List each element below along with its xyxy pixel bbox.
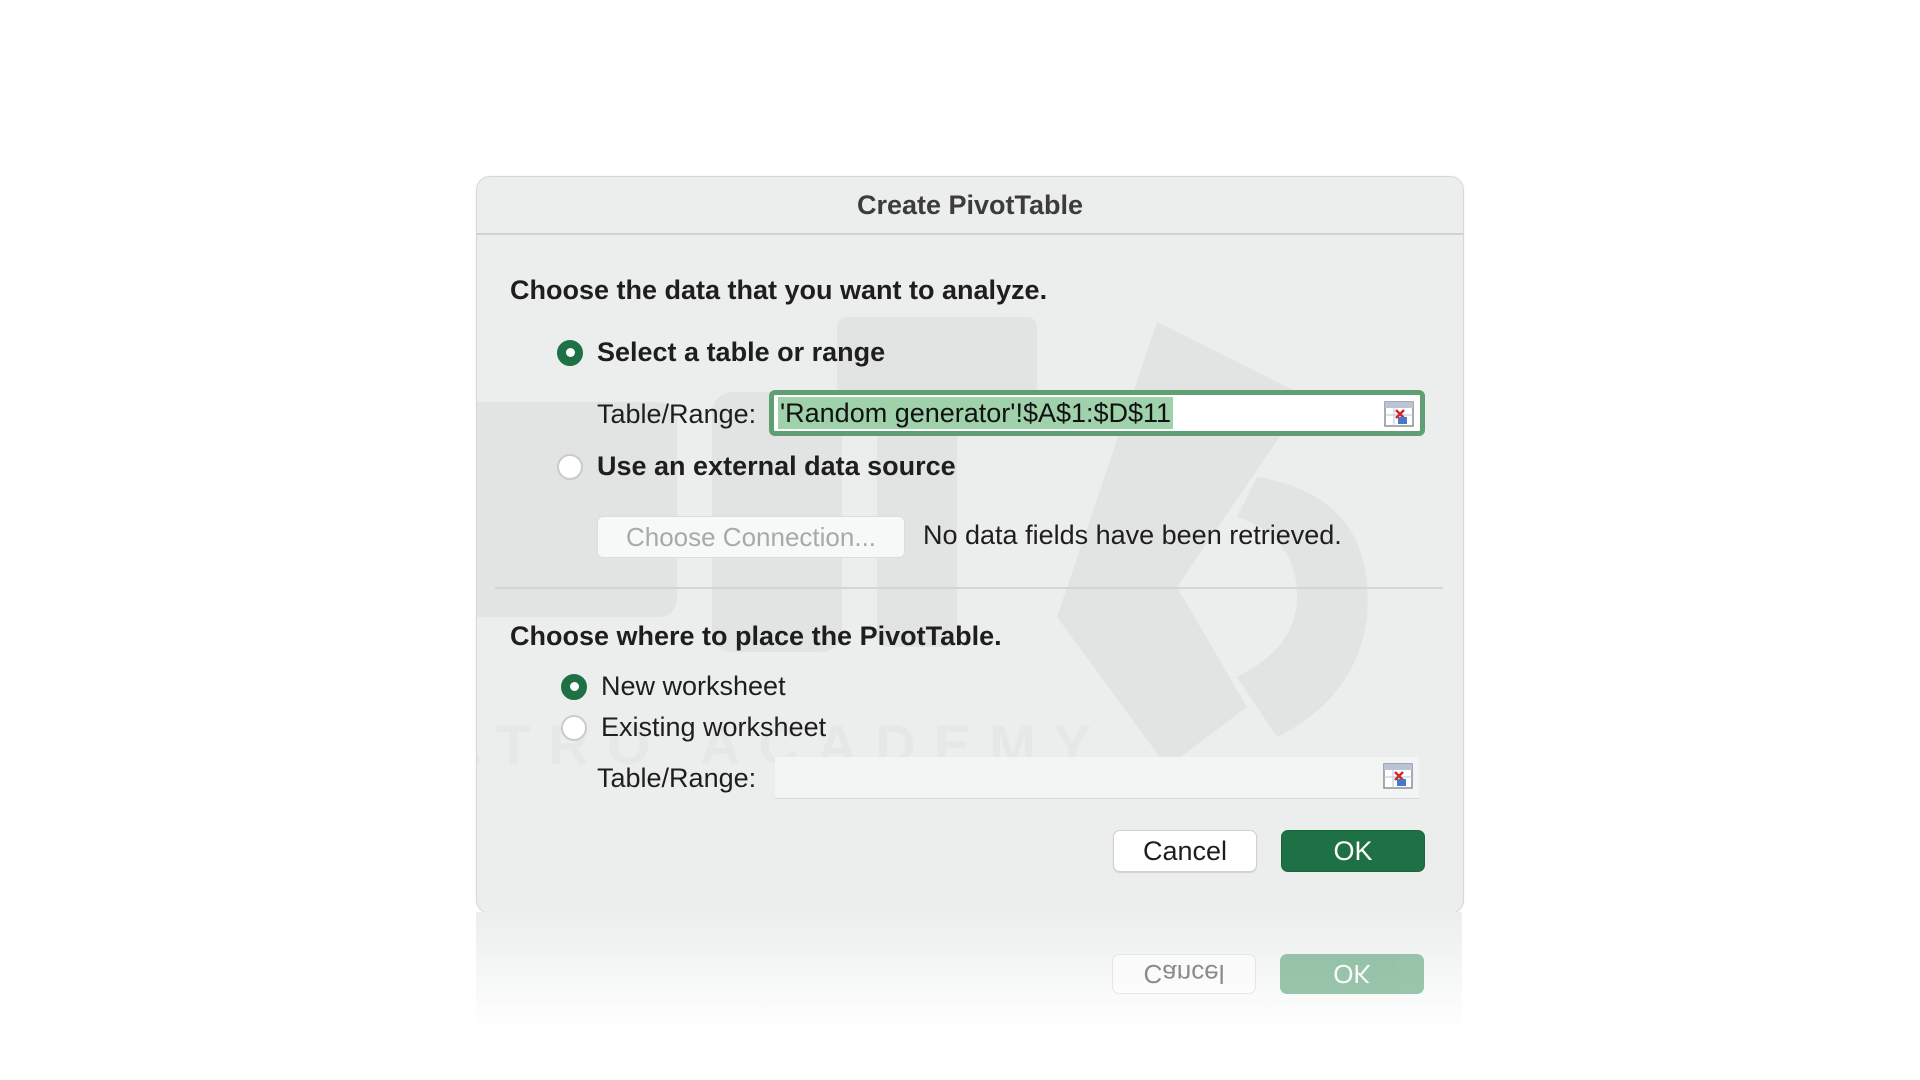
radio-label-new-worksheet: New worksheet: [601, 671, 786, 701]
range-picker-icon[interactable]: [1384, 401, 1414, 427]
radio-existing-worksheet[interactable]: Existing worksheet: [561, 712, 826, 743]
create-pivottable-dialog: ATRO ACADEMY Create PivotTable Choose th…: [476, 176, 1464, 914]
section-divider: [495, 587, 1443, 589]
radio-unselected-icon[interactable]: [557, 453, 583, 480]
table-range-input[interactable]: 'Random generator'!$A$1:$D$11: [769, 390, 1425, 436]
connection-status-text: No data fields have been retrieved.: [923, 520, 1342, 550]
table-range-value: 'Random generator'!$A$1:$D$11: [778, 397, 1174, 429]
radio-selected-icon[interactable]: [561, 673, 587, 700]
reflection-cancel-button: Cancel: [1112, 954, 1256, 994]
radio-selected-icon[interactable]: [557, 339, 583, 366]
table-range-label: Table/Range:: [597, 399, 757, 429]
dialog-reflection: Cancel OK: [476, 912, 1462, 1032]
placement-section-heading: Choose where to place the PivotTable.: [510, 621, 1002, 651]
radio-label-select-table: Select a table or range: [597, 337, 886, 367]
choose-connection-button[interactable]: Choose Connection...: [597, 516, 905, 558]
source-section-heading: Choose the data that you want to analyze…: [510, 275, 1048, 305]
placement-table-range-input[interactable]: [775, 757, 1419, 799]
cancel-button[interactable]: Cancel: [1113, 830, 1257, 872]
radio-new-worksheet[interactable]: New worksheet: [561, 671, 786, 702]
radio-external-data-source[interactable]: Use an external data source: [557, 451, 956, 482]
placement-table-range-label: Table/Range:: [597, 763, 757, 793]
ok-button[interactable]: OK: [1281, 830, 1425, 872]
range-picker-icon[interactable]: [1383, 763, 1413, 789]
dialog-title: Create PivotTable: [477, 177, 1463, 235]
radio-select-table-range[interactable]: Select a table or range: [557, 337, 885, 368]
radio-label-existing-worksheet: Existing worksheet: [601, 712, 827, 742]
radio-label-external: Use an external data source: [597, 451, 956, 481]
reflection-ok-button: OK: [1280, 954, 1424, 994]
radio-unselected-icon[interactable]: [561, 714, 587, 741]
